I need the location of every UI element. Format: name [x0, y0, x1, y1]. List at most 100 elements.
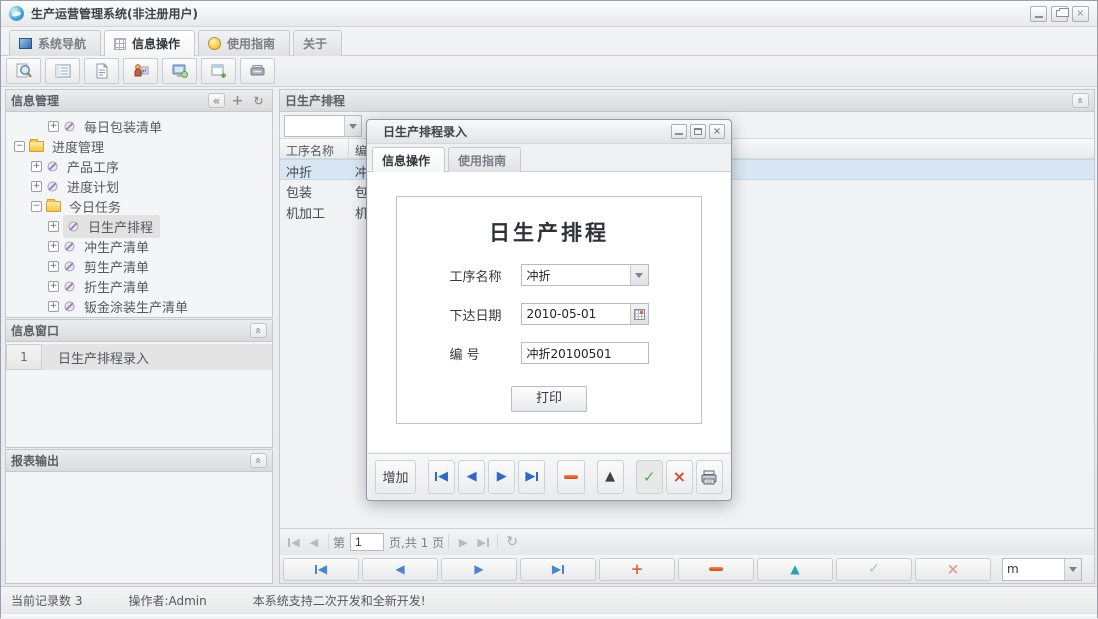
collapse-icon[interactable]: − [14, 141, 25, 152]
last-page-button[interactable]: ▶ [474, 533, 492, 551]
first-record-button[interactable]: ◀ [428, 460, 455, 494]
delete-record-button[interactable] [557, 460, 584, 494]
collapse-panel-button[interactable]: « [1072, 93, 1089, 108]
print-button[interactable]: 打印 [511, 386, 587, 412]
dialog-minimize-button[interactable] [671, 124, 687, 139]
tree-item-bend-production-list[interactable]: + 折生产清单 [6, 276, 272, 296]
restore-button[interactable] [1051, 6, 1068, 22]
collapse-left-icon[interactable]: « [208, 93, 225, 108]
expand-icon[interactable]: + [48, 121, 59, 132]
restore-icon [1056, 10, 1064, 17]
dialog-close-button[interactable]: × [709, 124, 725, 139]
task-icon [46, 180, 59, 193]
add-icon[interactable]: + [229, 93, 246, 108]
grid-filter-combo[interactable] [284, 115, 362, 137]
collapse-panel-button[interactable]: « [250, 323, 267, 338]
refresh-icon[interactable]: ↻ [503, 533, 521, 551]
dialog-toolbar: 增加 ◀ ◀ ▶ ▶ ▲ ✓ × [368, 453, 730, 499]
process-name-combo[interactable] [521, 264, 649, 286]
message-row-number: 1 [6, 344, 42, 370]
chevron-up-icon: « [1074, 97, 1087, 104]
tree-item-punch-production-list[interactable]: + 冲生产清单 [6, 236, 272, 256]
expand-icon[interactable]: + [48, 241, 59, 252]
tab-info-operation[interactable]: 信息操作 [104, 30, 195, 56]
tab-user-guide[interactable]: 使用指南 [198, 30, 290, 56]
collapse-panel-button[interactable]: « [250, 453, 267, 468]
dialog-title-bar[interactable]: 日生产排程录入 × [367, 120, 731, 144]
last-record-button[interactable]: ▶ [520, 558, 596, 581]
last-record-button[interactable]: ▶ [518, 460, 545, 494]
page-number-input[interactable] [350, 533, 384, 551]
tree-item-daily-packing-list[interactable]: + 每日包装清单 [6, 116, 272, 136]
dialog-maximize-button[interactable] [690, 124, 706, 139]
next-record-button[interactable]: ▶ [488, 460, 515, 494]
confirm-button[interactable]: ✓ [636, 460, 663, 494]
tab-system-nav[interactable]: 系统导航 [9, 30, 101, 56]
close-button[interactable]: × [1072, 6, 1089, 22]
printer-button[interactable] [240, 58, 275, 84]
add-button[interactable]: 增加 [375, 460, 416, 494]
combo-value [285, 116, 344, 136]
tree-item-label: 冲生产清单 [81, 236, 152, 257]
edit-record-button[interactable]: ▲ [757, 558, 833, 581]
combo-dropdown-button[interactable] [630, 265, 648, 285]
tree-item-sheetmetal-coating-list[interactable]: + 钣金涂装生产清单 [6, 296, 272, 316]
next-page-button[interactable]: ▶ [454, 533, 472, 551]
window-add-button[interactable] [201, 58, 236, 84]
minimize-button[interactable] [1030, 6, 1047, 22]
panel-title: 报表输出 [11, 452, 59, 469]
tree-item-product-process[interactable]: + 产品工序 [6, 156, 272, 176]
tree-item-label: 每日包装清单 [81, 116, 165, 137]
combo-dropdown-button[interactable] [344, 116, 361, 136]
delete-record-button[interactable] [678, 558, 754, 581]
tree-item-shear-production-list[interactable]: + 剪生产清单 [6, 256, 272, 276]
first-record-button[interactable]: ◀ [283, 558, 359, 581]
column-header-process[interactable]: 工序名称 [280, 139, 349, 158]
expand-icon[interactable]: + [48, 281, 59, 292]
combo-dropdown-button[interactable] [1064, 559, 1081, 580]
print-record-button[interactable] [696, 460, 723, 494]
expand-icon[interactable]: + [48, 221, 59, 232]
expand-icon[interactable]: + [31, 181, 42, 192]
tree-item-today-tasks[interactable]: − 今日任务 [6, 196, 272, 216]
monitor-button[interactable] [162, 58, 197, 84]
next-record-button[interactable]: ▶ [441, 558, 517, 581]
refresh-icon[interactable]: ↻ [250, 93, 267, 108]
dialog-tab-user-guide[interactable]: 使用指南 [448, 147, 521, 173]
cancel-button[interactable]: × [915, 558, 991, 581]
main-panel-title: 日生产排程 [285, 92, 345, 109]
cancel-button[interactable]: × [666, 460, 693, 494]
tab-label: 使用指南 [227, 35, 275, 52]
tree-item-label: 钣金涂装生产清单 [81, 296, 191, 317]
dialog-tab-info-operation[interactable]: 信息操作 [372, 147, 445, 173]
expand-icon[interactable]: + [48, 301, 59, 312]
tree-item-progress-management[interactable]: − 进度管理 [6, 136, 272, 156]
message-row-label: 日生产排程录入 [42, 348, 149, 367]
document-button[interactable] [84, 58, 119, 84]
code-input[interactable] [521, 342, 649, 364]
add-record-button[interactable]: + [599, 558, 675, 581]
tree-item-daily-production-schedule[interactable]: + 日生产排程 [6, 216, 272, 236]
table-view-button[interactable] [45, 58, 80, 84]
confirm-button[interactable]: ✓ [836, 558, 912, 581]
issue-date-field[interactable] [521, 303, 649, 325]
edit-record-button[interactable]: ▲ [597, 460, 624, 494]
search-button[interactable] [6, 58, 41, 84]
user-report-button[interactable] [123, 58, 158, 84]
tree-item-progress-plan[interactable]: + 进度计划 [6, 176, 272, 196]
collapse-icon[interactable]: − [31, 201, 42, 212]
first-page-button[interactable]: ◀ [285, 533, 303, 551]
printer-icon [699, 467, 719, 487]
issue-date-value[interactable] [522, 304, 630, 324]
calendar-button[interactable] [630, 304, 648, 324]
prev-record-button[interactable]: ◀ [458, 460, 485, 494]
message-row[interactable]: 1 日生产排程录入 [6, 344, 272, 370]
form-box: 日生产排程 工序名称 下达日期 编 号 [396, 196, 702, 424]
expand-icon[interactable]: + [48, 261, 59, 272]
prev-page-button[interactable]: ◀ [305, 533, 323, 551]
prev-record-button[interactable]: ◀ [362, 558, 438, 581]
tab-about[interactable]: 关于 [293, 30, 342, 56]
mode-combo[interactable]: m [1002, 558, 1082, 581]
expand-icon[interactable]: + [31, 161, 42, 172]
process-name-value[interactable] [522, 265, 630, 285]
